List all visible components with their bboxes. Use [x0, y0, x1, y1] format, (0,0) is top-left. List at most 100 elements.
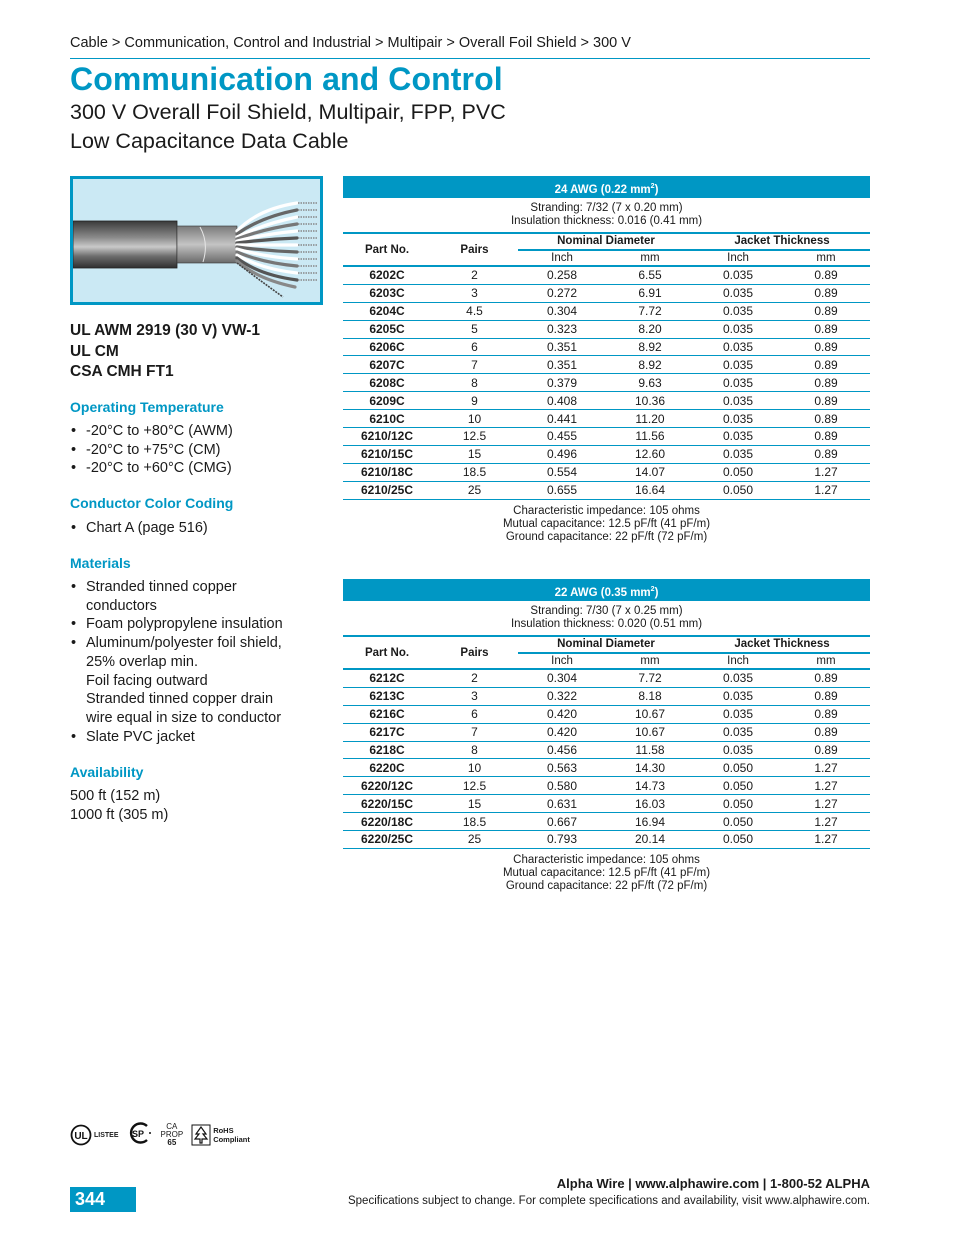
cell-part-number: 6210C	[369, 411, 405, 426]
table-row: 6210/25C 25 0.655 16.64 0.050 1.27	[343, 482, 870, 500]
cell-jacket-inch: 0.050	[722, 796, 754, 811]
cell-diameter-mm: 16.03	[634, 796, 666, 811]
cell-diameter-mm: 7.72	[638, 304, 662, 319]
cell-jacket-inch: 0.035	[722, 340, 754, 354]
cell-diameter-mm: 8.92	[638, 340, 662, 354]
cell-diameter-mm: 6.55	[638, 268, 662, 283]
table-row: 6213C 3 0.322 8.18 0.035 0.89	[343, 688, 870, 706]
certification: CSA CMH FT1	[70, 363, 174, 380]
spec-table-22awg: 22 AWG (0.35 mm2) Stranding: 7/30 (7 x 0.…	[343, 579, 870, 893]
cell-part-number: 6213C	[369, 689, 405, 704]
table-row: 6204C 4.5 0.304 7.72 0.035 0.89	[343, 303, 870, 321]
cell-diameter-inch: 0.496	[546, 447, 578, 462]
cell-part-number: 6205C	[369, 322, 405, 337]
stranding: Stranding: 7/30 (7 x 0.25 mm)	[530, 605, 683, 617]
gauge-close: )	[654, 183, 659, 196]
stranding: Stranding: 7/32 (7 x 0.20 mm)	[530, 202, 683, 214]
table-row: 6220/18C 18.5 0.667 16.94 0.050 1.27	[343, 813, 870, 832]
cell-pairs: 7	[471, 357, 478, 372]
cell-pairs: 10	[467, 411, 482, 426]
table-row: 6206C 6 0.351 8.92 0.035 0.89	[343, 339, 870, 357]
cell-jacket-mm: 1.27	[814, 796, 838, 811]
availability-item: 500 ft (152 m)	[70, 788, 161, 804]
cell-diameter-mm: 6.91	[638, 286, 662, 301]
table-row: 6220C 10 0.563 14.30 0.050 1.27	[343, 759, 870, 778]
cell-jacket-inch: 0.035	[722, 429, 754, 444]
cell-diameter-inch: 0.441	[546, 411, 578, 426]
cell-diameter-mm: 14.07	[634, 465, 666, 480]
table-row: 6203C 3 0.272 6.91 0.035 0.89	[343, 285, 870, 303]
cell-diameter-inch: 0.304	[546, 304, 578, 319]
cell-diameter-inch: 0.655	[546, 483, 578, 498]
header-jacket-thickness: Jacket Thickness	[734, 638, 830, 650]
cell-diameter-inch: 0.456	[546, 743, 578, 757]
header-inch: Inch	[727, 655, 749, 667]
cell-diameter-mm: 9.63	[638, 375, 662, 390]
cell-jacket-inch: 0.035	[722, 707, 754, 722]
cell-diameter-mm: 8.18	[638, 689, 662, 704]
cell-part-number: 6212C	[369, 671, 405, 686]
electrical-notes: Characteristic impedance: 105 ohms Mutual…	[343, 849, 870, 893]
footer-contact: Alpha Wire | www.alphawire.com | 1-800-5…	[556, 1176, 870, 1191]
availability-heading: Availability	[70, 764, 144, 780]
table-row: 6210C 10 0.441 11.20 0.035 0.89	[343, 410, 870, 429]
cell-pairs: 12.5	[462, 429, 487, 444]
cell-jacket-inch: 0.050	[722, 465, 754, 480]
cell-part-number: 6202C	[369, 268, 405, 283]
svg-text:UL: UL	[74, 1131, 87, 1142]
cell-jacket-mm: 0.89	[814, 707, 838, 722]
column-headers: Part No. Pairs Nominal Diameter Jacket Thic…	[343, 637, 870, 670]
list-item: • Stranded tinned copper	[71, 579, 237, 595]
cell-jacket-mm: 0.89	[814, 268, 838, 283]
table-row: 6220/25C 25 0.793 20.14 0.050 1.27	[343, 831, 870, 849]
note: Mutual capacitance: 12.5 pF/ft (41 pF/m)	[502, 517, 711, 530]
breadcrumb: Cable > Communication, Control and Indus…	[70, 35, 631, 51]
csa-icon: SP	[129, 1121, 151, 1144]
cell-pairs: 10	[467, 760, 482, 775]
table-row: 6220/12C 12.5 0.580 14.73 0.050 1.27	[343, 777, 870, 796]
cell-jacket-mm: 1.27	[814, 778, 838, 793]
header-mm: mm	[640, 252, 660, 264]
cell-pairs: 18.5	[462, 465, 487, 480]
column-headers: Part No. Pairs Nominal Diameter Jacket Thic…	[343, 234, 870, 267]
cell-pairs: 7	[471, 725, 478, 740]
note: Ground capacitance: 22 pF/ft (72 pF/m)	[505, 530, 708, 543]
csa-logo: SP	[127, 1121, 153, 1149]
cell-jacket-inch: 0.035	[722, 411, 754, 426]
note: Ground capacitance: 22 pF/ft (72 pF/m)	[505, 879, 708, 892]
header-pairs: Pairs	[460, 647, 489, 659]
cell-pairs: 2	[471, 671, 478, 686]
list-item: • -20°C to +75°C (CM)	[71, 441, 221, 458]
table-row: 6217C 7 0.420 10.67 0.035 0.89	[343, 724, 870, 742]
cell-diameter-mm: 10.67	[634, 725, 666, 740]
table-row: 6209C 9 0.408 10.36 0.035 0.89	[343, 392, 870, 411]
cell-jacket-inch: 0.035	[722, 743, 754, 757]
cell-diameter-inch: 0.631	[546, 796, 578, 811]
cell-pairs: 18.5	[462, 814, 487, 829]
insulation-thickness: Insulation thickness: 0.016 (0.41 mm)	[510, 215, 703, 227]
cell-jacket-mm: 0.89	[814, 322, 838, 337]
gauge-close: )	[654, 586, 659, 599]
cell-jacket-mm: 0.89	[814, 447, 838, 462]
cell-jacket-inch: 0.035	[722, 322, 754, 337]
cell-diameter-mm: 12.60	[634, 447, 666, 462]
conductor-color-coding-list: • Chart A (page 516)	[70, 519, 330, 538]
cell-jacket-mm: 0.89	[814, 689, 838, 704]
cell-jacket-inch: 0.035	[722, 286, 754, 301]
conductor-color-coding-heading: Conductor Color Coding	[70, 495, 234, 511]
cell-part-number: 6208C	[369, 375, 405, 390]
cell-jacket-inch: 0.035	[722, 393, 754, 408]
cell-jacket-inch: 0.035	[722, 268, 754, 283]
cell-pairs: 8	[471, 743, 478, 757]
table-row: 6220/15C 15 0.631 16.03 0.050 1.27	[343, 795, 870, 814]
cell-diameter-inch: 0.408	[546, 393, 578, 408]
cell-jacket-inch: 0.035	[722, 304, 754, 319]
cell-pairs: 2	[471, 268, 478, 283]
cell-jacket-mm: 0.89	[814, 725, 838, 740]
cell-jacket-mm: 0.89	[814, 375, 838, 390]
cell-diameter-inch: 0.323	[546, 322, 578, 337]
ul-icon: UL	[70, 1124, 92, 1146]
cell-pairs: 5	[471, 322, 478, 337]
cell-diameter-inch: 0.351	[546, 340, 578, 354]
materials-heading: Materials	[70, 555, 131, 571]
